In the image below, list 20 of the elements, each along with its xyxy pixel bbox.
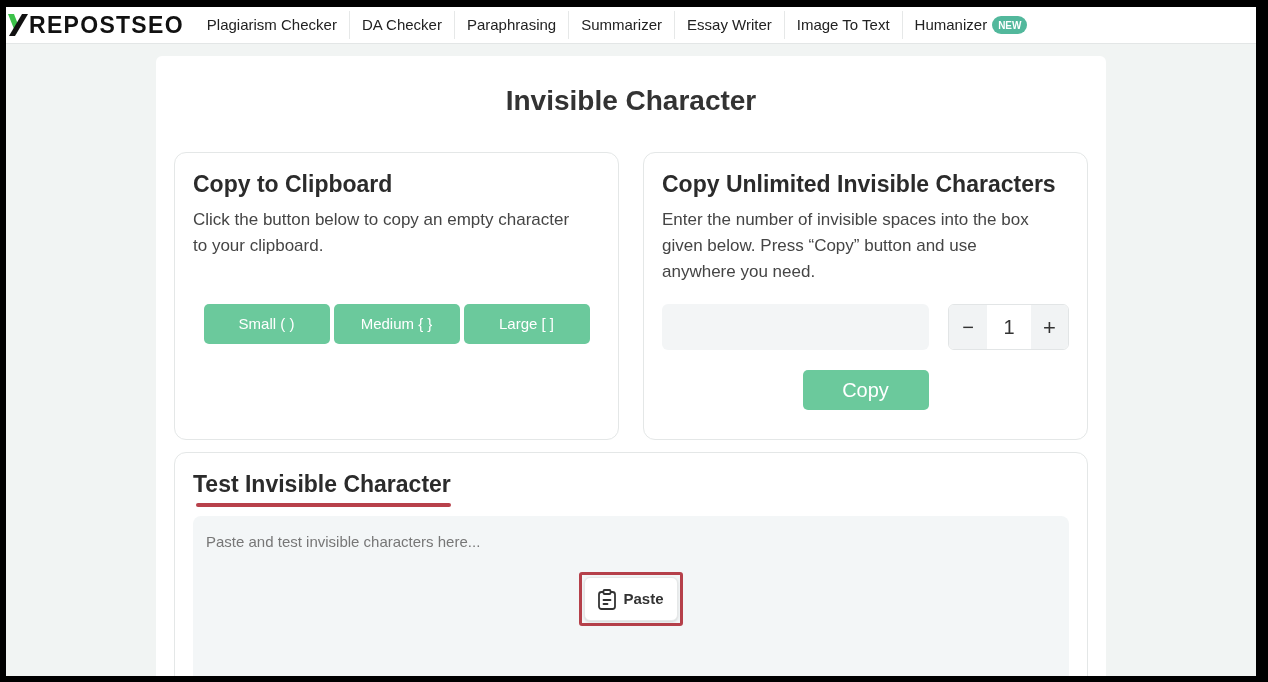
site-logo[interactable]: REPOSTSEO [8, 13, 195, 37]
card-description: Enter the number of invisible spaces into the box given below. Press “Copy” button and use anywhere you need. [662, 209, 1030, 283]
nav-link[interactable]: Paraphrasing [454, 11, 570, 39]
logo-icon [8, 14, 28, 36]
decrement-button[interactable]: − [949, 305, 987, 349]
nav-link[interactable]: Humanizer NEW [902, 11, 1040, 39]
card-title: Copy to Clipboard [193, 170, 394, 199]
nav-link[interactable]: Image To Text [784, 11, 903, 39]
new-badge: NEW [992, 16, 1028, 34]
nav-link[interactable]: Summarizer [569, 11, 676, 39]
page-title: Invisible Character [504, 84, 758, 118]
nav-link[interactable]: Plagiarism Checker [194, 11, 350, 39]
section-title: Test Invisible Character [193, 470, 451, 499]
card-title: Copy Unlimited Invisible Characters [662, 170, 1057, 199]
increment-button[interactable]: + [1031, 305, 1068, 349]
clipboard-icon [598, 588, 617, 610]
nav-link[interactable]: DA Checker [349, 11, 455, 39]
nav-link[interactable]: Essay Writer [675, 11, 785, 39]
card-description: Click the button below to copy an empty character to your clipboard. [193, 209, 571, 257]
paste-button[interactable]: Paste [584, 577, 678, 621]
